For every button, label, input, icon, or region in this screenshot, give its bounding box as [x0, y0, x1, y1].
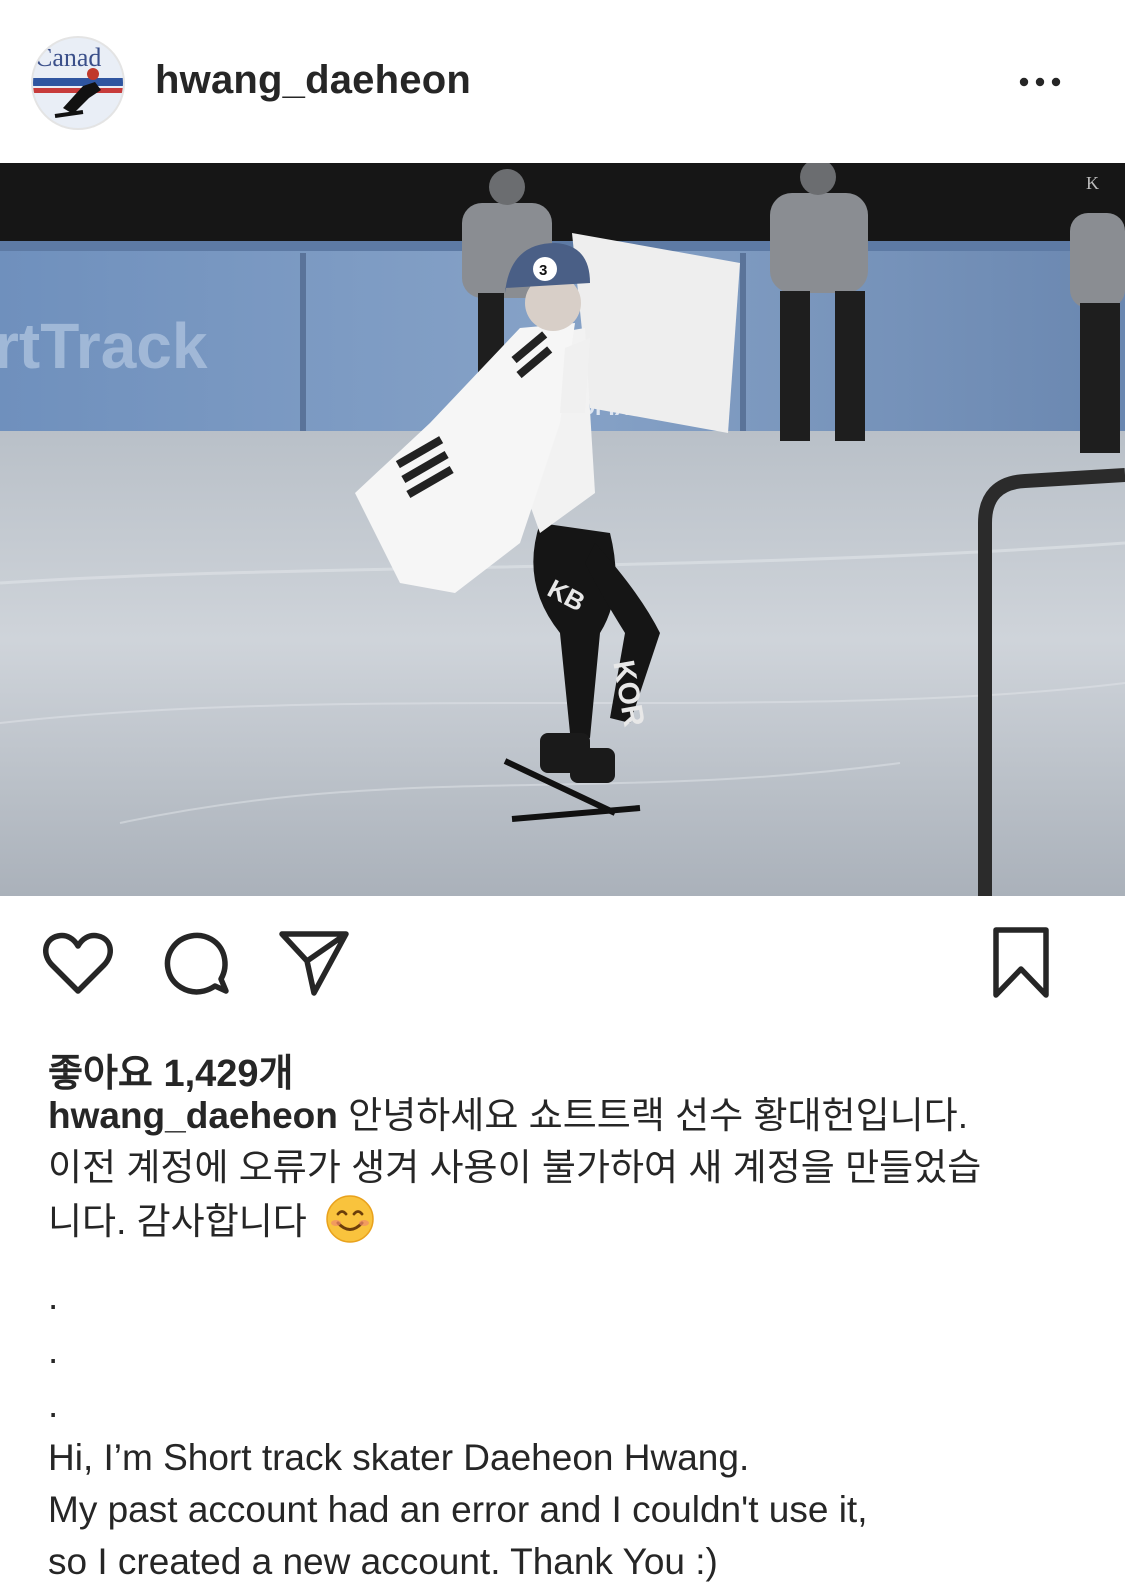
smiling-face-icon — [325, 1194, 375, 1244]
caption-english-line2: My past account had an error and I could… — [48, 1489, 868, 1530]
post-action-bar — [0, 925, 1125, 1005]
caption-dot: . — [48, 1330, 59, 1371]
send-icon — [279, 931, 349, 996]
caption-english-line3: so I created a new account. Thank You :) — [48, 1541, 718, 1582]
caption-username[interactable]: hwang_daeheon — [48, 1095, 338, 1136]
save-button[interactable] — [984, 925, 1060, 1001]
post-photo[interactable]: rtTrack OFIX KB KOR — [0, 163, 1125, 896]
caption-korean-line2: 이전 계정에 오류가 생겨 사용이 불가하여 새 계정을 만들었습 — [48, 1147, 982, 1188]
caption-dot: . — [48, 1276, 59, 1317]
profile-avatar[interactable]: Canad — [31, 36, 125, 130]
caption-korean-line3: 니다. 감사합니다 — [48, 1201, 307, 1242]
comment-button[interactable] — [158, 925, 234, 1001]
post-header: Canad hwang_daeheon — [0, 0, 1125, 165]
more-options-button[interactable] — [1010, 64, 1070, 100]
more-horizontal-icon — [1019, 77, 1061, 87]
rink-banner-text: rtTrack — [0, 310, 208, 382]
comment-icon — [164, 932, 229, 995]
caption-dot: . — [48, 1384, 59, 1425]
like-count[interactable]: 좋아요 1,429개 — [48, 1042, 294, 1097]
avatar-image: Canad — [33, 38, 123, 128]
helmet-number: 3 — [539, 262, 547, 279]
caption-korean: hwang_daeheon 안녕하세요 쇼트트랙 선수 황대헌입니다. 이전 계… — [48, 1090, 1088, 1248]
header-username[interactable]: hwang_daeheon — [155, 58, 471, 103]
post-caption: hwang_daeheon 안녕하세요 쇼트트랙 선수 황대헌입니다. 이전 계… — [48, 1090, 1088, 1588]
bookmark-icon — [993, 927, 1049, 998]
caption-english-line1: Hi, I’m Short track skater Daeheon Hwang… — [48, 1437, 750, 1478]
share-button[interactable] — [276, 925, 352, 1001]
like-button[interactable] — [40, 925, 116, 1001]
avatar-text: Canad — [35, 43, 101, 72]
photo-corner-mark: K — [1086, 173, 1099, 193]
caption-korean-line1: 안녕하세요 쇼트트랙 선수 황대헌입니다. — [348, 1095, 968, 1136]
heart-icon — [43, 932, 113, 994]
skater-photo: rtTrack OFIX KB KOR — [0, 163, 1125, 896]
